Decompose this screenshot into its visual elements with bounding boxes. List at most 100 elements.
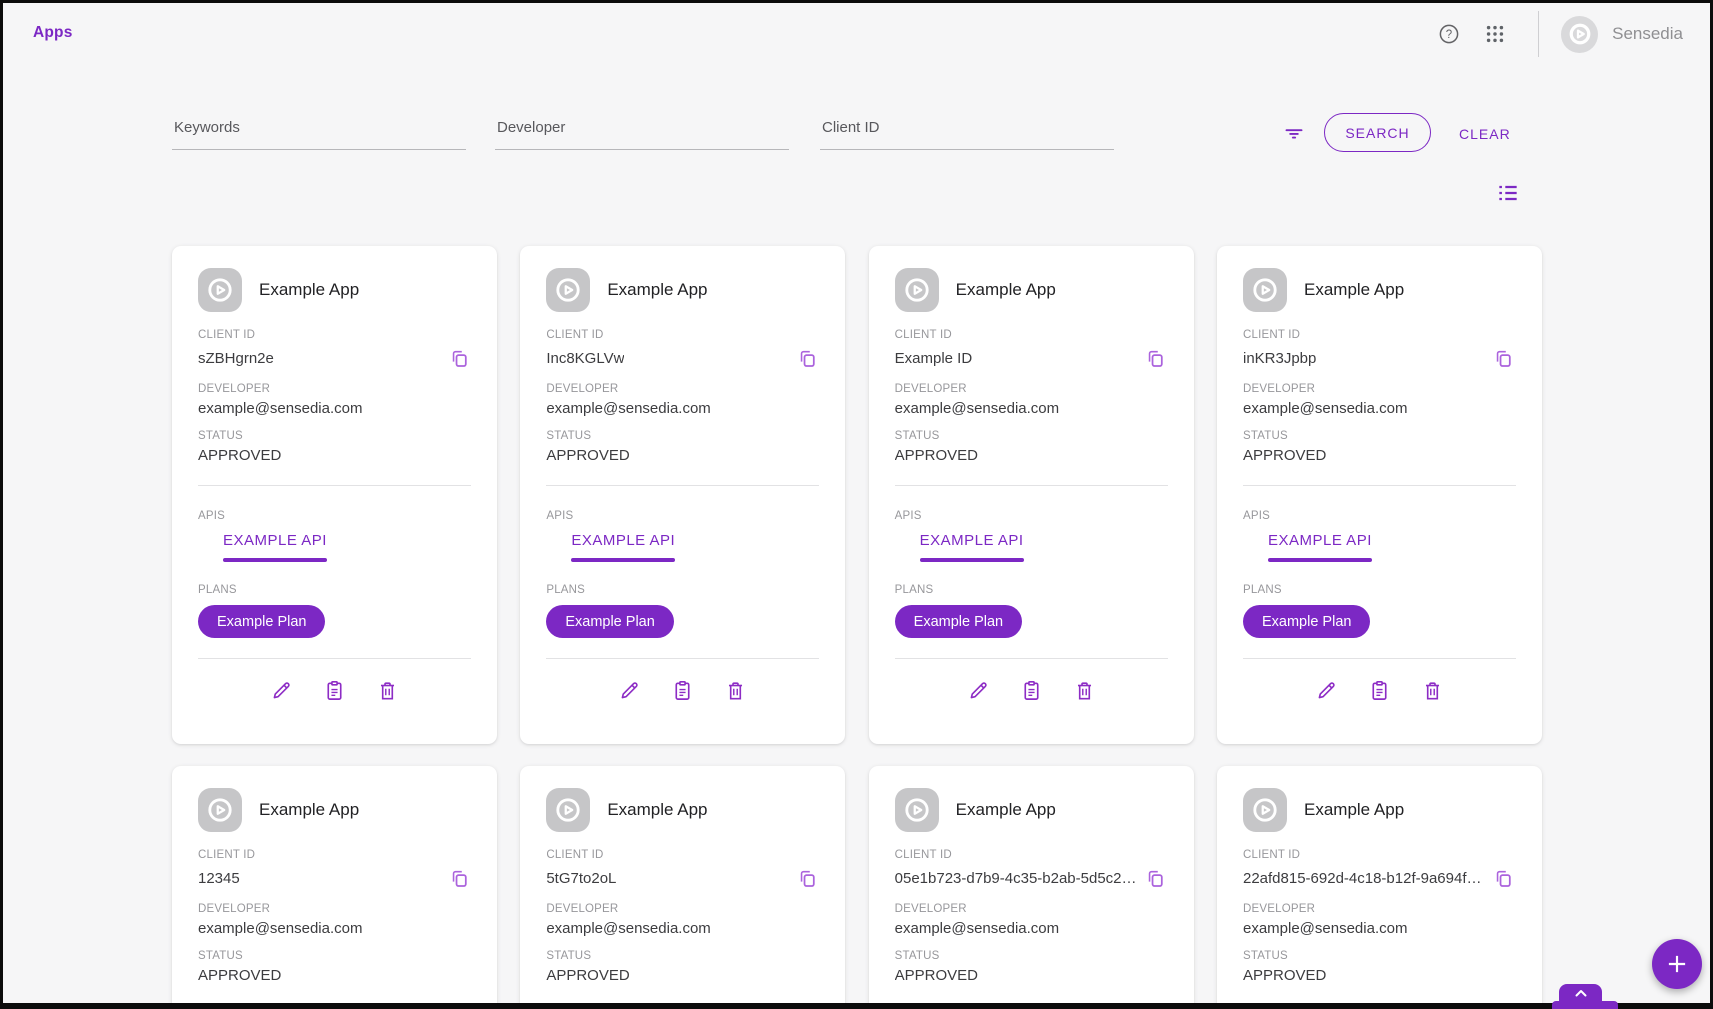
app-title: Example App — [607, 800, 707, 820]
copy-client-id-button[interactable] — [447, 866, 471, 890]
status-field: STATUS APPROVED — [198, 950, 471, 984]
apps-grid-icon — [1484, 23, 1506, 45]
brand-avatar[interactable] — [1561, 16, 1598, 53]
delete-app-button[interactable] — [1420, 678, 1444, 702]
copy-client-id-button[interactable] — [1144, 866, 1168, 890]
status-label: STATUS — [546, 430, 819, 442]
developer-value: example@sensedia.com — [895, 400, 1168, 417]
api-tab[interactable]: EXAMPLE API — [221, 532, 329, 562]
copy-icon — [1493, 868, 1514, 889]
card-actions — [546, 678, 819, 702]
delete-icon — [724, 679, 747, 702]
advanced-filter-button[interactable] — [1281, 120, 1307, 146]
app-title: Example App — [607, 280, 707, 300]
edit-app-button[interactable] — [270, 678, 294, 702]
app-title: Example App — [956, 800, 1056, 820]
card-divider — [895, 485, 1168, 486]
copy-icon — [1145, 348, 1166, 369]
plan-chip[interactable]: Example Plan — [198, 605, 325, 638]
client-id-label: CLIENT ID — [198, 849, 471, 861]
app-card: Example App CLIENT ID 22afd815-692d-4c18… — [1217, 766, 1542, 1009]
add-icon — [1664, 951, 1690, 977]
app-avatar — [546, 788, 590, 832]
client-id-value: Inc8KGLVw — [546, 350, 624, 367]
card-divider — [546, 485, 819, 486]
page-title: Apps — [33, 24, 73, 42]
status-value: APPROVED — [895, 967, 1168, 984]
card-divider — [1243, 485, 1516, 486]
status-field: STATUS APPROVED — [546, 950, 819, 984]
developer-input[interactable] — [495, 112, 789, 150]
card-header: Example App — [895, 268, 1168, 312]
api-tab[interactable]: EXAMPLE API — [918, 532, 1026, 562]
keywords-input[interactable] — [172, 112, 466, 150]
status-label: STATUS — [895, 430, 1168, 442]
developer-value: example@sensedia.com — [198, 400, 471, 417]
app-details-button[interactable] — [671, 678, 695, 702]
app-avatar-icon — [899, 272, 935, 308]
list-view-button[interactable] — [1494, 179, 1522, 207]
client-id-label: CLIENT ID — [198, 329, 471, 341]
client-id-label: CLIENT ID — [546, 849, 819, 861]
copy-client-id-button[interactable] — [1144, 346, 1168, 370]
app-avatar — [895, 788, 939, 832]
delete-app-button[interactable] — [376, 678, 400, 702]
status-field: STATUS APPROVED — [198, 430, 471, 464]
app-avatar — [198, 788, 242, 832]
card-header: Example App — [198, 788, 471, 832]
developer-label: DEVELOPER — [546, 903, 819, 915]
delete-app-button[interactable] — [1072, 678, 1096, 702]
status-field: STATUS APPROVED — [1243, 430, 1516, 464]
developer-field: DEVELOPER example@sensedia.com — [198, 383, 471, 417]
copy-client-id-button[interactable] — [1492, 866, 1516, 890]
app-details-button[interactable] — [1019, 678, 1043, 702]
plan-chip[interactable]: Example Plan — [895, 605, 1022, 638]
apis-label: APIS — [1243, 510, 1516, 522]
copy-client-id-button[interactable] — [795, 346, 819, 370]
delete-app-button[interactable] — [724, 678, 748, 702]
status-label: STATUS — [1243, 430, 1516, 442]
status-field: STATUS APPROVED — [895, 430, 1168, 464]
copy-client-id-button[interactable] — [795, 866, 819, 890]
card-divider — [546, 658, 819, 659]
copy-client-id-button[interactable] — [447, 346, 471, 370]
client-id-field: CLIENT ID Example ID — [895, 329, 1168, 370]
clipboard-icon — [1020, 679, 1043, 702]
search-button[interactable]: SEARCH — [1324, 113, 1431, 152]
app-details-button[interactable] — [1367, 678, 1391, 702]
add-app-button[interactable] — [1652, 939, 1702, 989]
app-details-button[interactable] — [323, 678, 347, 702]
edit-icon — [618, 679, 641, 702]
card-header: Example App — [198, 268, 471, 312]
delete-icon — [1073, 679, 1096, 702]
app-card: Example App CLIENT ID 12345 DEVELOPER ex… — [172, 766, 497, 1009]
scroll-to-top-base[interactable] — [1552, 1001, 1618, 1009]
client-id-value: inKR3Jpbp — [1243, 350, 1316, 367]
edit-app-button[interactable] — [1314, 678, 1338, 702]
edit-app-button[interactable] — [966, 678, 990, 702]
copy-client-id-button[interactable] — [1492, 346, 1516, 370]
plans-label: PLANS — [895, 584, 1168, 596]
client-id-value: Example ID — [895, 350, 973, 367]
status-field: STATUS APPROVED — [1243, 950, 1516, 984]
help-button[interactable]: ? — [1436, 21, 1462, 47]
client-id-input[interactable] — [820, 112, 1114, 150]
card-header: Example App — [546, 268, 819, 312]
plan-chip[interactable]: Example Plan — [1243, 605, 1370, 638]
card-divider — [895, 1005, 1168, 1006]
client-id-field: CLIENT ID 22afd815-692d-4c18-b12f-9a694f… — [1243, 849, 1516, 890]
plan-chip[interactable]: Example Plan — [546, 605, 673, 638]
api-tab[interactable]: EXAMPLE API — [569, 532, 677, 562]
card-divider — [198, 485, 471, 486]
client-id-label: CLIENT ID — [895, 329, 1168, 341]
apis-label: APIS — [198, 510, 471, 522]
apps-menu-button[interactable] — [1482, 21, 1508, 47]
api-tab[interactable]: EXAMPLE API — [1266, 532, 1374, 562]
developer-label: DEVELOPER — [1243, 903, 1516, 915]
app-title: Example App — [1304, 800, 1404, 820]
app-card: Example App CLIENT ID inKR3Jpbp DEVELOPE… — [1217, 246, 1542, 744]
edit-app-button[interactable] — [618, 678, 642, 702]
clear-button[interactable]: CLEAR — [1455, 122, 1515, 146]
client-id-field: CLIENT ID Inc8KGLVw — [546, 329, 819, 370]
card-header: Example App — [1243, 268, 1516, 312]
